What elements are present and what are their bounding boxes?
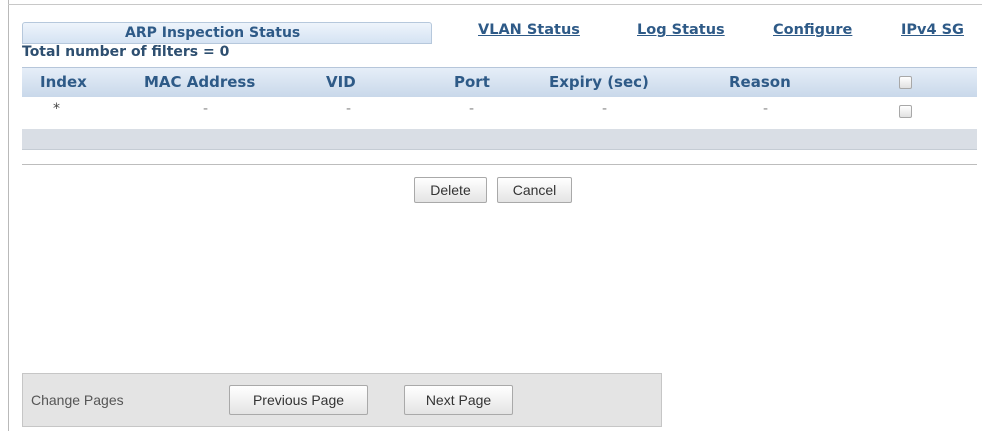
content-frame <box>8 0 982 431</box>
row-checkbox[interactable] <box>899 105 912 118</box>
cell-expiry: - <box>602 101 608 117</box>
table-row: * - - - - - <box>22 97 977 129</box>
cell-vid: - <box>346 101 352 117</box>
cell-reason: - <box>763 101 769 117</box>
total-filters-text: Total number of filters = 0 <box>22 44 230 60</box>
section-divider <box>22 164 977 165</box>
delete-button[interactable]: Delete <box>414 177 487 203</box>
tab-log-status[interactable]: Log Status <box>637 22 725 38</box>
cancel-button[interactable]: Cancel <box>497 177 572 203</box>
top-divider <box>8 4 982 5</box>
column-header-mac-address: MAC Address <box>144 73 256 91</box>
select-all-checkbox[interactable] <box>899 76 912 89</box>
cell-index: * <box>53 101 60 117</box>
column-header-port: Port <box>454 73 490 91</box>
table-footer <box>22 129 977 150</box>
change-pages-bar: Change Pages Previous Page Next Page <box>22 373 662 427</box>
tab-vlan-status[interactable]: VLAN Status <box>478 22 580 38</box>
cell-mac-address: - <box>203 101 209 117</box>
filters-table: Index MAC Address VID Port Expiry (sec) … <box>22 67 977 150</box>
column-header-reason: Reason <box>729 73 791 91</box>
next-page-button[interactable]: Next Page <box>404 385 513 415</box>
previous-page-button[interactable]: Previous Page <box>229 385 368 415</box>
tab-configure[interactable]: Configure <box>773 22 852 38</box>
tab-ipv4-sg[interactable]: IPv4 SG <box>901 22 964 38</box>
tab-arp-inspection-status[interactable]: ARP Inspection Status <box>22 22 432 44</box>
column-header-vid: VID <box>326 73 356 91</box>
column-header-index: Index <box>40 73 87 91</box>
cell-port: - <box>469 101 475 117</box>
change-pages-label: Change Pages <box>31 392 124 408</box>
column-header-expiry: Expiry (sec) <box>549 73 649 91</box>
table-header: Index MAC Address VID Port Expiry (sec) … <box>22 67 977 97</box>
